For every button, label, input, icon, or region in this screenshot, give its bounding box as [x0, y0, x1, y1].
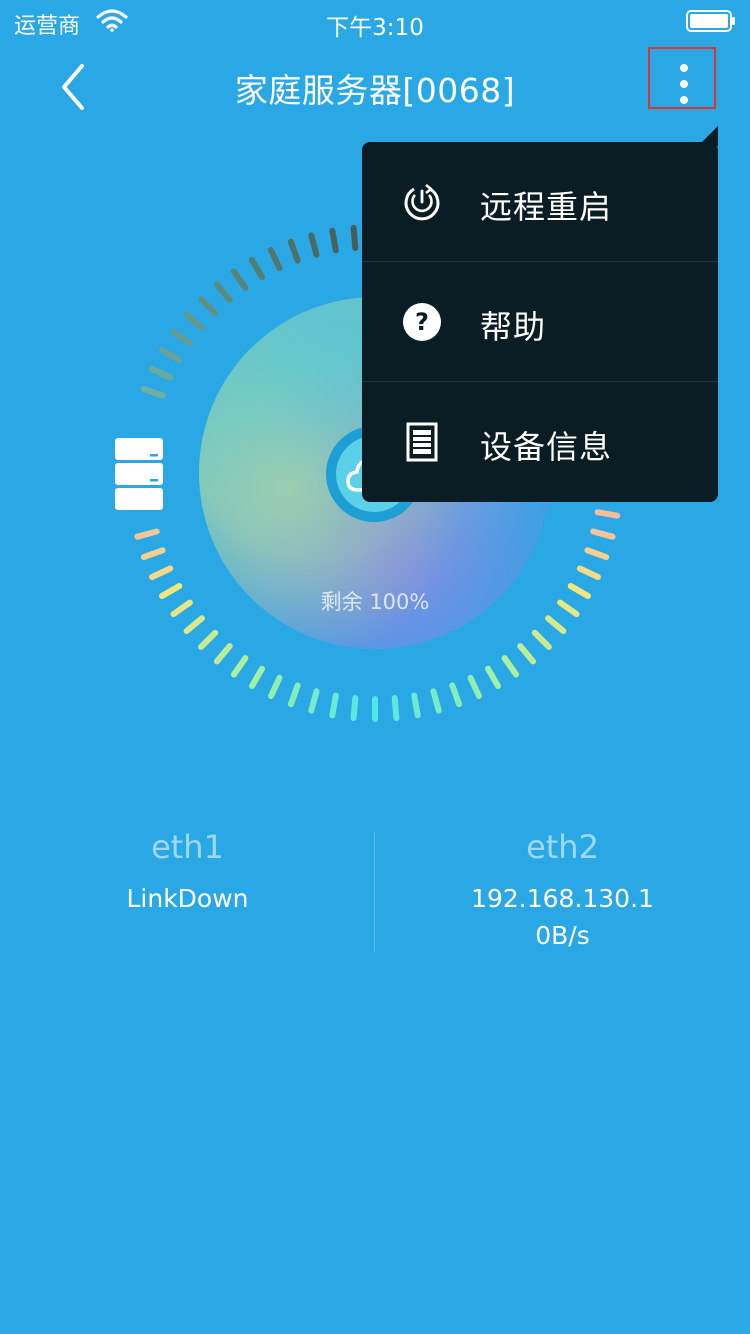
gauge-tick [329, 692, 339, 719]
interface-status: LinkDown [126, 884, 249, 913]
gauge-tick [287, 682, 301, 708]
gauge-tick [140, 385, 166, 399]
gauge-tick [140, 547, 166, 561]
gauge-tick [170, 328, 193, 347]
gauge-tick [249, 257, 265, 281]
gauge-tick [449, 682, 463, 708]
gauge-tick [230, 655, 249, 678]
interface-ip: 192.168.130.1 [471, 884, 654, 913]
gauge-tick [230, 268, 249, 291]
gauge-tick [198, 296, 219, 317]
gauge-tick [183, 311, 205, 331]
gauge-tick [576, 565, 601, 580]
gauge-tick [268, 247, 283, 272]
options-menu: 远程重启 ? 帮助 设备信息 [362, 142, 718, 502]
help-icon: ? [403, 303, 441, 341]
interface-speed: 0B/s [535, 921, 590, 950]
gauge-tick [531, 629, 552, 650]
interface-name: eth1 [151, 828, 224, 866]
gauge-tick [198, 629, 219, 650]
gauge-tick [594, 509, 621, 519]
gauge-tick [501, 655, 520, 678]
gauge-tick [411, 692, 421, 719]
document-icon [406, 422, 438, 462]
gauge-tick [485, 665, 501, 689]
gauge-tick [159, 347, 183, 363]
gauge-tick [584, 547, 610, 561]
menu-item-label: 设备信息 [480, 428, 613, 466]
menu-item-device-info[interactable]: 设备信息 [362, 382, 718, 502]
gauge-tick [249, 665, 265, 689]
menu-item-help[interactable]: ? 帮助 [362, 262, 718, 382]
gauge-tick [183, 615, 205, 635]
interface-eth1: eth1 LinkDown [0, 828, 375, 921]
gauge-tick [391, 695, 400, 722]
power-restart-icon [404, 183, 440, 221]
gauge-tick [268, 674, 283, 699]
interface-name: eth2 [526, 828, 599, 866]
gauge-tick [149, 565, 174, 580]
gauge-tick [308, 232, 320, 258]
gauge-tick [213, 643, 233, 665]
gauge-tick [545, 615, 567, 635]
gauge-tick [590, 528, 616, 540]
gauge-tick [213, 281, 233, 303]
gauge-tick [149, 366, 174, 381]
gauge-tick [350, 224, 359, 251]
menu-item-remote-restart[interactable]: 远程重启 [362, 142, 718, 262]
gauge-tick [329, 227, 339, 254]
svg-text:?: ? [415, 308, 429, 336]
remaining-capacity-label: 剩余 100% [320, 590, 430, 614]
gauge-tick [467, 674, 482, 699]
gauge-tick [517, 643, 537, 665]
server-icon [115, 438, 163, 510]
menu-item-label: 远程重启 [480, 188, 613, 226]
menu-item-label: 帮助 [480, 308, 547, 346]
gauge-tick [287, 238, 301, 264]
gauge-tick [430, 688, 442, 714]
gauge-tick [350, 695, 359, 722]
gauge-tick [308, 688, 320, 714]
gauge-tick [134, 528, 160, 540]
interface-eth2: eth2 192.168.130.1 0B/s [375, 828, 750, 950]
